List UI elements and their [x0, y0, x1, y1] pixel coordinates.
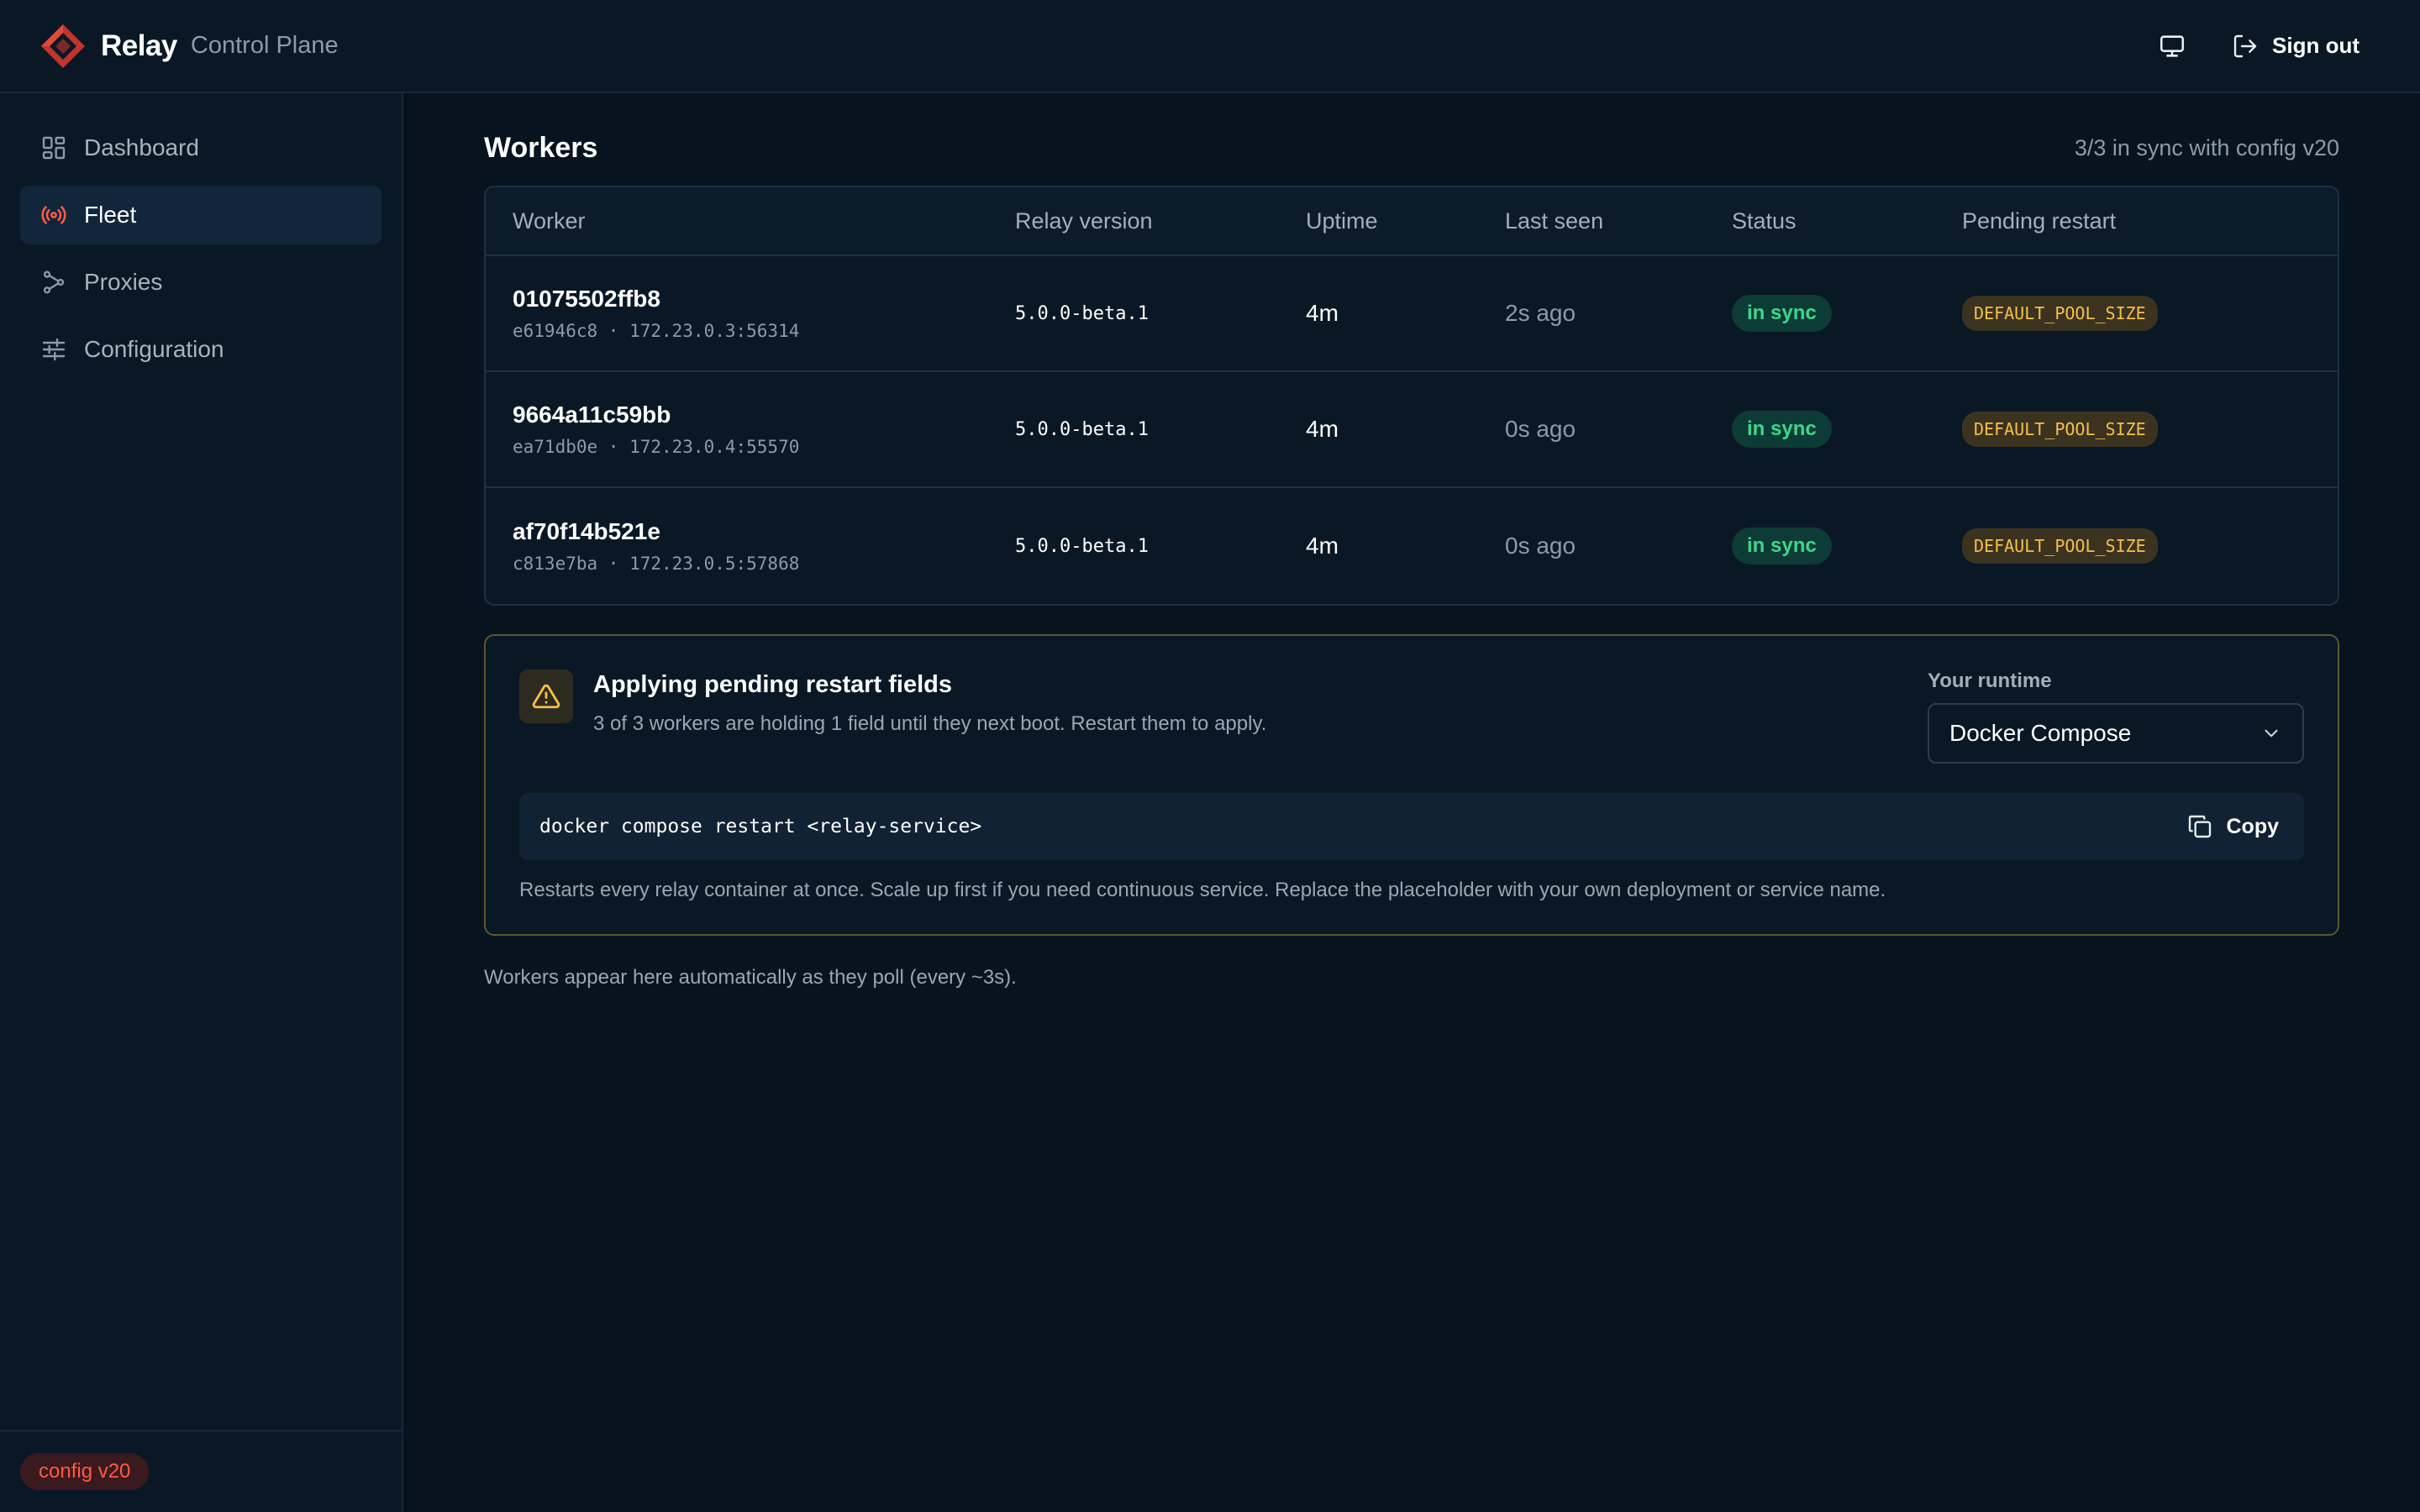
app-subtitle: Control Plane — [190, 32, 339, 59]
column-header-status: Status — [1732, 207, 1797, 234]
last-seen: 2s ago — [1505, 300, 1576, 326]
column-header-last-seen: Last seen — [1505, 207, 1604, 234]
sidebar-item-configuration[interactable]: Configuration — [20, 320, 381, 379]
relay-logo-icon — [41, 24, 85, 68]
dashboard-icon — [42, 136, 66, 160]
page-title: Workers — [484, 131, 598, 164]
broadcast-icon — [41, 206, 66, 224]
sidebar-item-label: Proxies — [84, 269, 163, 295]
runtime-label: Your runtime — [1928, 669, 2052, 692]
column-header-pending-restart: Pending restart — [1962, 207, 2117, 234]
last-seen: 0s ago — [1505, 533, 1576, 559]
status-badge: in sync — [1732, 295, 1832, 332]
proxies-icon — [43, 270, 65, 294]
copy-label: Copy — [2226, 814, 2280, 838]
display-toggle-button[interactable] — [2151, 25, 2193, 67]
sync-summary: 3/3 in sync with config v20 — [2074, 134, 2339, 160]
copy-icon — [2188, 815, 2211, 838]
pending-restart-badge: DEFAULT_POOL_SIZE — [1962, 412, 2158, 447]
warning-icon — [532, 684, 560, 709]
worker-id: 01075502ffb8 — [513, 286, 660, 312]
relay-version: 5.0.0-beta.1 — [1015, 535, 1149, 557]
config-version-badge: config v20 — [20, 1453, 150, 1490]
status-badge: in sync — [1732, 528, 1832, 564]
last-seen: 0s ago — [1505, 416, 1576, 442]
worker-id: af70f14b521e — [513, 518, 660, 544]
column-header-worker: Worker — [513, 207, 586, 234]
workers-table: Worker Relay version Uptime Last seen St… — [484, 186, 2339, 606]
status-badge: in sync — [1732, 411, 1832, 448]
polling-note: Workers appear here automatically as the… — [484, 966, 1017, 989]
restart-command-box: docker compose restart <relay-service> C… — [519, 793, 2304, 860]
relay-version: 5.0.0-beta.1 — [1015, 302, 1149, 324]
table-header: Worker Relay version Uptime Last seen St… — [486, 187, 2338, 256]
copy-command-button[interactable]: Copy — [2186, 813, 2280, 840]
chevron-down-icon — [2265, 729, 2278, 738]
worker-address: c813e7ba · 172.23.0.5:57868 — [513, 554, 800, 574]
sign-out-icon — [2233, 34, 2257, 57]
sign-out-button[interactable]: Sign out — [2232, 33, 2360, 60]
monitor-icon — [2160, 34, 2185, 57]
sidebar-item-label: Fleet — [84, 202, 137, 228]
sidebar-item-fleet[interactable]: Fleet — [20, 186, 381, 244]
sign-out-label: Sign out — [2272, 33, 2360, 58]
table-row[interactable]: 01075502ffb8 e61946c8 · 172.23.0.3:56314… — [486, 256, 2338, 372]
sidebar-item-proxies[interactable]: Proxies — [20, 253, 381, 312]
top-header: Relay Control Plane Sign out — [0, 0, 2420, 93]
warning-icon-box — [519, 669, 573, 723]
table-row[interactable]: 9664a11c59bb ea71db0e · 172.23.0.4:55570… — [486, 372, 2338, 488]
app-name: Relay — [101, 29, 177, 62]
column-header-uptime: Uptime — [1306, 207, 1378, 234]
sidebar-nav: Dashboard Fleet Proxies Configuration — [0, 93, 402, 379]
sidebar-item-label: Configuration — [84, 336, 224, 362]
runtime-selected-value: Docker Compose — [1949, 720, 2132, 746]
pending-restart-badge: DEFAULT_POOL_SIZE — [1962, 528, 2158, 564]
sidebar-item-dashboard[interactable]: Dashboard — [20, 118, 381, 177]
brand[interactable]: Relay Control Plane — [39, 22, 339, 71]
main-content: Workers 3/3 in sync with config v20 Work… — [484, 93, 2339, 990]
runtime-selector: Your runtime Docker Compose — [1928, 669, 2304, 764]
restart-command[interactable]: docker compose restart <relay-service> — [539, 816, 981, 837]
page-header: Workers 3/3 in sync with config v20 — [484, 93, 2339, 186]
restart-panel-description: 3 of 3 workers are holding 1 field until… — [593, 712, 1267, 735]
sliders-icon — [42, 338, 66, 361]
pending-restart-badge: DEFAULT_POOL_SIZE — [1962, 296, 2158, 331]
restart-panel-note: Restarts every relay container at once. … — [519, 879, 1886, 901]
worker-address: e61946c8 · 172.23.0.3:56314 — [513, 321, 800, 341]
sidebar: Dashboard Fleet Proxies Configuration co… — [0, 93, 403, 1512]
sidebar-footer: config v20 — [0, 1430, 402, 1512]
pending-restart-panel: Applying pending restart fields 3 of 3 w… — [484, 634, 2339, 936]
worker-id: 9664a11c59bb — [513, 402, 671, 428]
runtime-select[interactable]: Docker Compose — [1928, 703, 2304, 764]
sidebar-item-label: Dashboard — [84, 134, 199, 160]
column-header-relay-version: Relay version — [1015, 207, 1153, 234]
uptime: 4m — [1306, 533, 1339, 559]
worker-address: ea71db0e · 172.23.0.4:55570 — [513, 437, 800, 457]
uptime: 4m — [1306, 416, 1339, 442]
uptime: 4m — [1306, 300, 1339, 326]
table-row[interactable]: af70f14b521e c813e7ba · 172.23.0.5:57868… — [486, 488, 2338, 604]
restart-panel-title: Applying pending restart fields — [593, 671, 952, 698]
relay-version: 5.0.0-beta.1 — [1015, 418, 1149, 440]
